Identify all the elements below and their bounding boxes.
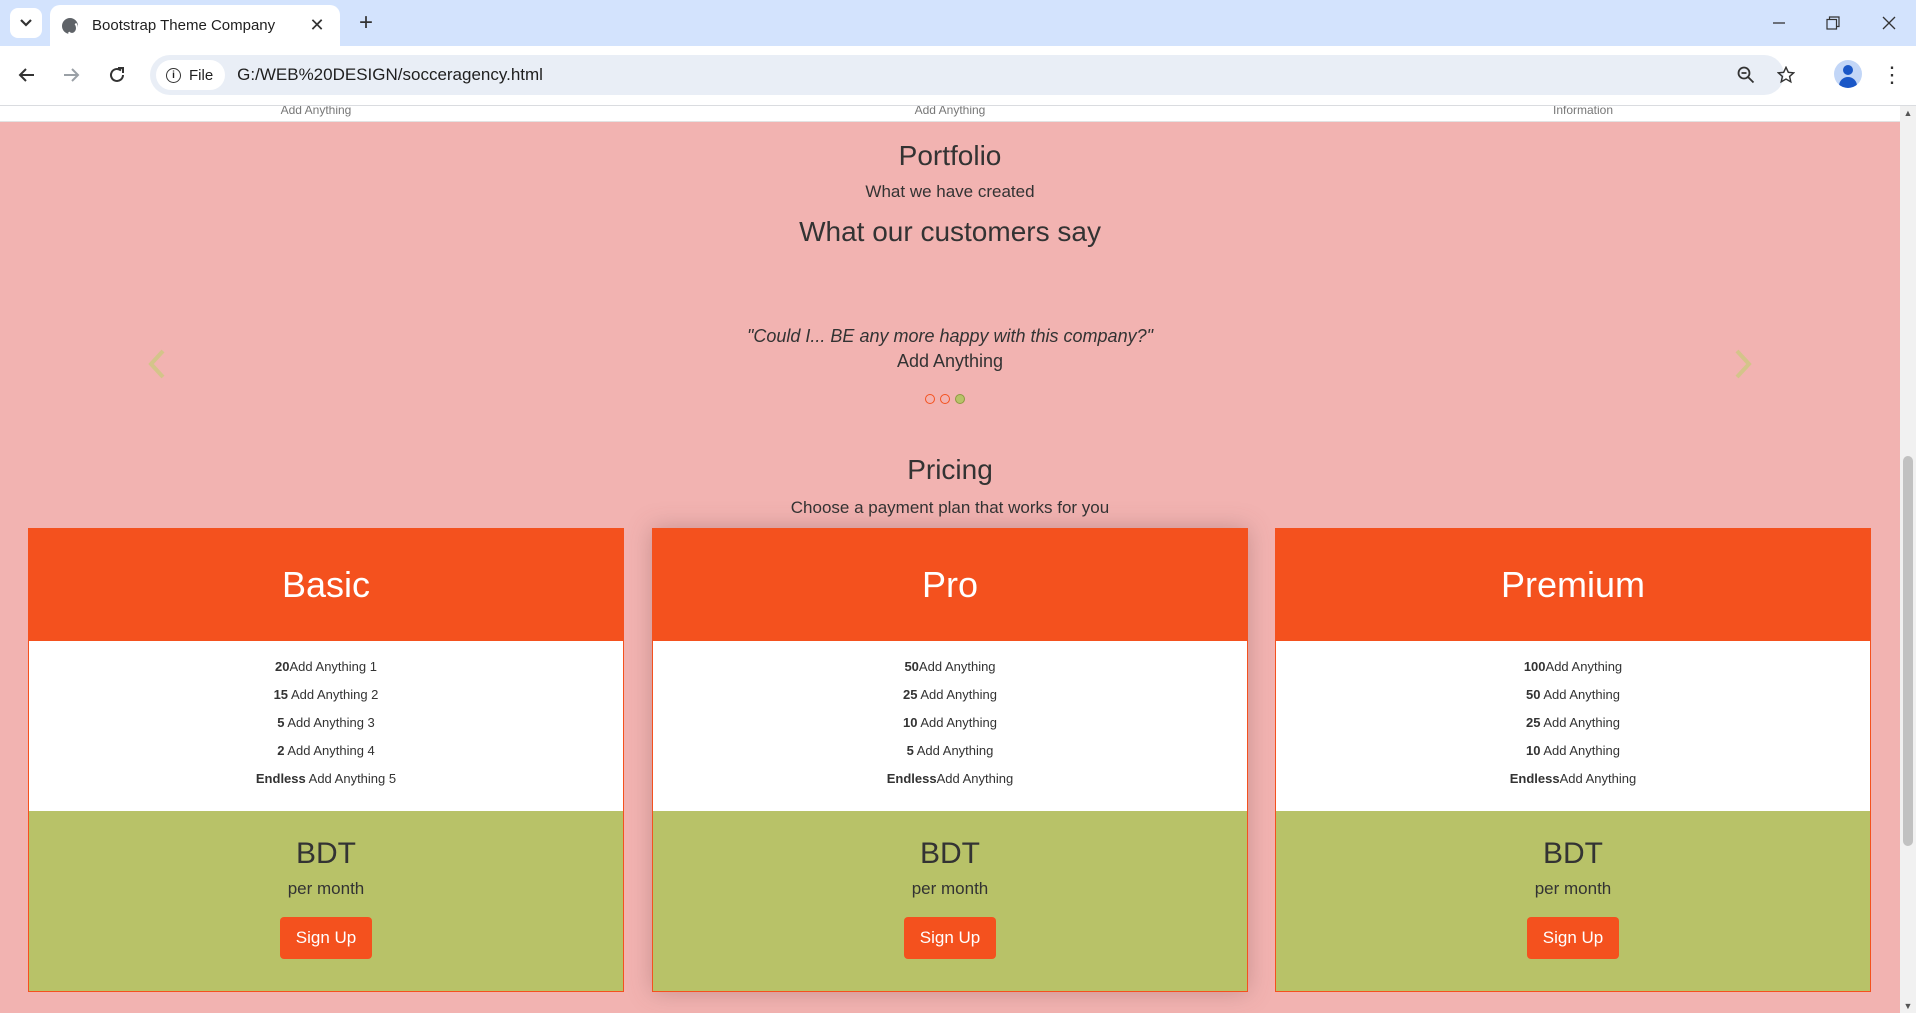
scrollbar-thumb[interactable] <box>1903 456 1913 846</box>
browser-tab[interactable]: Bootstrap Theme Company ✕ <box>50 5 340 46</box>
new-tab-button[interactable]: + <box>352 10 380 36</box>
plan-footer: BDT per month Sign Up <box>1276 811 1870 991</box>
forward-button[interactable] <box>56 60 86 90</box>
sign-up-button[interactable]: Sign Up <box>279 917 373 959</box>
plan-header: Basic <box>29 529 623 641</box>
portfolio-title: Portfolio <box>898 140 1002 171</box>
plan-features: 20Add Anything 1 15 Add Anything 2 5 Add… <box>29 641 623 811</box>
plan-header: Premium <box>1276 529 1870 641</box>
site-info-label: File <box>189 66 214 84</box>
arrow-right-icon <box>64 68 80 82</box>
plan-feature: 25 Add Anything <box>903 687 997 702</box>
plan-feature: 20Add Anything 1 <box>275 659 377 674</box>
tab-strip: Bootstrap Theme Company ✕ + <box>0 0 1916 46</box>
plan-feature: 10 Add Anything <box>903 715 997 730</box>
close-icon <box>1882 16 1896 30</box>
pricing-title: Pricing <box>907 454 993 485</box>
services-strip-partial: Add Anything Add Anything Information <box>0 106 1900 122</box>
pricing-subtitle: Choose a payment plan that works for you <box>790 498 1110 517</box>
browser-menu-button[interactable]: ⋮ <box>1880 60 1904 90</box>
plan-feature: EndlessAdd Anything <box>886 771 1014 786</box>
plan-feature: 5 Add Anything 3 <box>277 715 375 730</box>
plan-feature: 100Add Anything <box>1523 659 1623 674</box>
pricing-card-basic: Basic 20Add Anything 1 15 Add Anything 2… <box>28 528 624 992</box>
testimonials-title: What our customers say <box>799 216 1101 247</box>
testimonial-author: Add Anything <box>896 351 1004 371</box>
plan-feature: 15 Add Anything 2 <box>273 687 379 702</box>
testimonial-quote: "Could I... BE any more happy with this … <box>747 326 1153 346</box>
plan-currency: BDT <box>1543 837 1603 870</box>
info-icon: i <box>166 67 181 83</box>
restore-icon <box>1826 16 1840 30</box>
arrow-left-icon <box>18 68 34 82</box>
plan-feature: 10 Add Anything <box>1526 743 1620 758</box>
globe-icon <box>62 17 78 35</box>
chevron-down-icon <box>20 19 32 27</box>
page-scrollbar[interactable]: ▲ ▼ <box>1900 106 1916 1013</box>
tab-title: Bootstrap Theme Company <box>92 17 276 34</box>
pricing-card-pro: Pro 50Add Anything 25 Add Anything 10 Ad… <box>652 528 1248 992</box>
scroll-up-arrow-icon[interactable]: ▲ <box>1903 108 1913 118</box>
plan-name: Basic <box>281 564 371 605</box>
plan-feature: Endless Add Anything 5 <box>255 771 397 786</box>
url-text[interactable]: G:/WEB%20DESIGN/socceragency.html <box>237 65 543 85</box>
plan-name: Premium <box>1500 564 1646 605</box>
carousel-indicator[interactable] <box>940 394 950 404</box>
restore-button[interactable] <box>1806 6 1860 40</box>
plan-features: 100Add Anything 50 Add Anything 25 Add A… <box>1276 641 1870 811</box>
back-button[interactable] <box>12 60 42 90</box>
close-window-button[interactable] <box>1862 6 1916 40</box>
plan-feature: 2 Add Anything 4 <box>277 743 375 758</box>
plan-features: 50Add Anything 25 Add Anything 10 Add An… <box>653 641 1247 811</box>
carousel-indicators <box>925 394 965 404</box>
scroll-down-arrow-icon[interactable]: ▼ <box>1903 1001 1913 1011</box>
close-tab-icon[interactable]: ✕ <box>306 15 328 36</box>
portfolio-subtitle: What we have created <box>865 182 1035 201</box>
plan-currency: BDT <box>920 837 980 870</box>
plan-period: per month <box>911 879 989 898</box>
plan-feature: 25 Add Anything <box>1526 715 1620 730</box>
sign-up-button[interactable]: Sign Up <box>1526 917 1620 959</box>
plan-feature: EndlessAdd Anything <box>1509 771 1637 786</box>
sign-up-button[interactable]: Sign Up <box>903 917 997 959</box>
plan-period: per month <box>1534 879 1612 898</box>
plan-footer: BDT per month Sign Up <box>653 811 1247 991</box>
carousel-indicator[interactable] <box>925 394 935 404</box>
plan-feature: 50Add Anything <box>904 659 996 674</box>
page-viewport: Add Anything Add Anything Information Po… <box>0 106 1900 1013</box>
plan-feature: 5 Add Anything <box>906 743 994 758</box>
browser-toolbar: i File G:/WEB%20DESIGN/socceragency.html… <box>0 46 1916 106</box>
carousel-indicator-active[interactable] <box>955 394 965 404</box>
profile-avatar[interactable] <box>1834 60 1862 88</box>
plan-footer: BDT per month Sign Up <box>29 811 623 991</box>
reload-icon <box>110 67 124 82</box>
bookmark-star-icon[interactable] <box>1770 55 1802 95</box>
zoom-icon[interactable] <box>1730 55 1762 95</box>
reload-button[interactable] <box>102 60 132 90</box>
service-caption: Add Anything <box>914 106 986 117</box>
minimize-button[interactable] <box>1752 6 1806 40</box>
tab-search-button[interactable] <box>10 8 42 38</box>
plan-period: per month <box>287 879 365 898</box>
minimize-icon <box>1773 22 1785 24</box>
pricing-card-premium: Premium 100Add Anything 50 Add Anything … <box>1275 528 1871 992</box>
plan-feature: 50 Add Anything <box>1526 687 1620 702</box>
site-info-chip[interactable]: i File <box>156 60 226 90</box>
address-bar[interactable]: i File G:/WEB%20DESIGN/socceragency.html <box>150 55 1795 95</box>
service-caption: Information <box>1552 106 1614 117</box>
service-caption: Add Anything <box>280 106 352 117</box>
plan-name: Pro <box>921 564 979 605</box>
plan-header: Pro <box>653 529 1247 641</box>
plan-currency: BDT <box>296 837 356 870</box>
